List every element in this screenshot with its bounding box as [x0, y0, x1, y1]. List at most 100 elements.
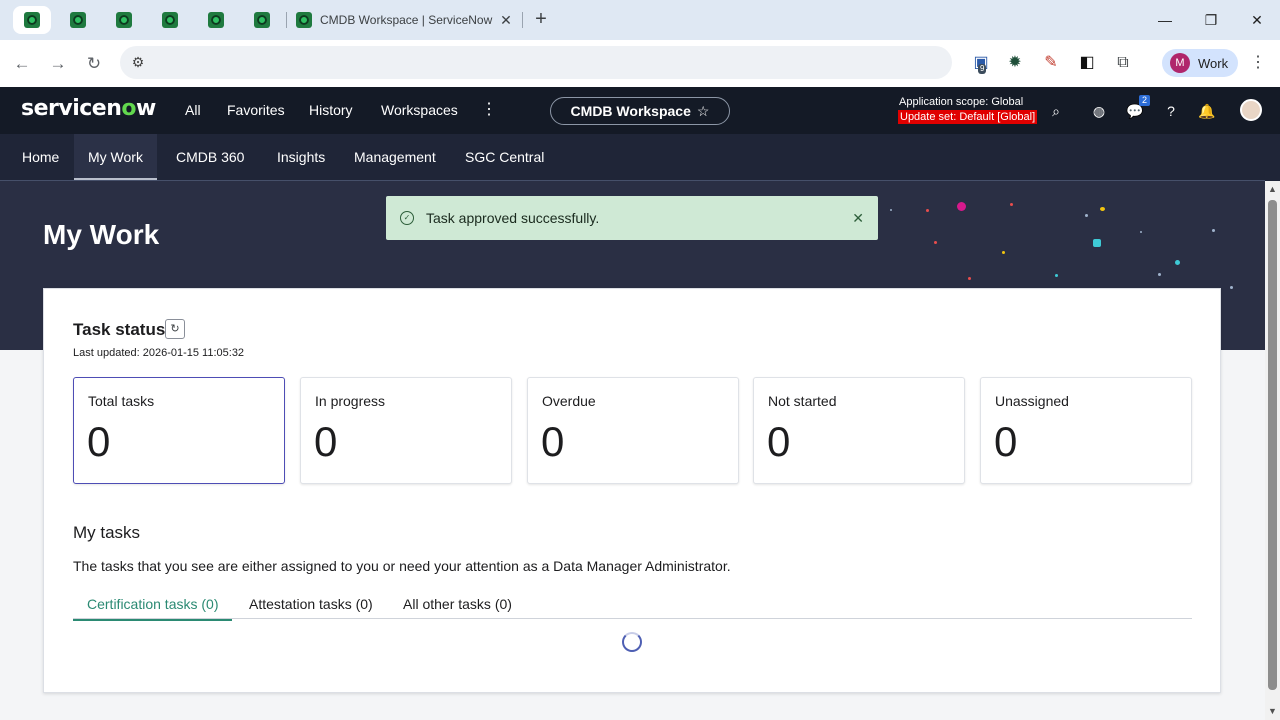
stat-value: 0	[314, 418, 338, 465]
toast-message: Task approved successfully.	[426, 210, 600, 226]
confetti-dot	[1085, 214, 1088, 217]
last-updated: Last updated: 2026-01-15 11:05:32	[73, 347, 245, 359]
confetti-dot	[957, 202, 966, 211]
stat-not-started[interactable]: Not started 0	[753, 377, 965, 484]
browser-menu-icon[interactable]: ⋮	[1248, 52, 1268, 74]
subnav-sgc-central[interactable]: SGC Central	[465, 134, 544, 181]
tab-attestation-tasks[interactable]: Attestation tasks (0)	[249, 596, 373, 612]
confetti-dot	[926, 209, 929, 212]
minimize-button[interactable]: —	[1150, 8, 1180, 32]
pinned-tab-5[interactable]	[197, 6, 235, 34]
stat-value: 0	[541, 418, 565, 465]
back-icon[interactable]: ←	[10, 52, 34, 76]
success-toast: ✓ Task approved successfully. ✕	[386, 196, 878, 240]
subnav-management[interactable]: Management	[354, 134, 436, 181]
confetti-dot	[1093, 239, 1101, 247]
confetti-dot	[1175, 260, 1180, 265]
profile-avatar: M	[1170, 53, 1190, 73]
pinned-tab-3[interactable]	[105, 6, 143, 34]
confetti-dot	[1100, 207, 1105, 211]
close-icon[interactable]: ✕	[852, 210, 864, 227]
tab-certification-tasks[interactable]: Certification tasks (0)	[73, 596, 233, 621]
stat-label: Total tasks	[88, 393, 155, 409]
gear-extension-icon[interactable]: ✹	[1004, 52, 1026, 74]
tab-cmdb-workspace[interactable]: CMDB Workspace | ServiceNow ✕	[288, 6, 522, 34]
stat-label: Overdue	[542, 393, 596, 409]
refresh-icon[interactable]: ↻	[165, 319, 185, 339]
page-title: My Work	[43, 219, 160, 250]
servicenow-logo[interactable]: servicenow	[21, 95, 156, 123]
bell-icon[interactable]: 🔔	[1197, 101, 1217, 121]
servicenow-favicon-icon	[254, 12, 270, 28]
confetti-dot	[968, 277, 971, 280]
stat-label: Unassigned	[995, 393, 1069, 409]
profile-label: Work	[1198, 55, 1229, 71]
maximize-button[interactable]: ❐	[1196, 8, 1226, 32]
pinned-tab-1[interactable]	[13, 6, 51, 34]
confetti-dot	[1158, 273, 1161, 276]
address-bar[interactable]	[120, 46, 952, 79]
tab-separator	[286, 12, 287, 28]
subnav-cmdb-360[interactable]: CMDB 360	[176, 134, 244, 181]
puzzle-icon[interactable]: ⧉	[1112, 52, 1134, 74]
nav-favorites[interactable]: Favorites	[227, 101, 285, 119]
star-icon[interactable]: ☆	[697, 103, 710, 120]
servicenow-favicon-icon	[24, 12, 40, 28]
check-circle-icon: ✓	[400, 211, 414, 225]
servicenow-favicon-icon	[70, 12, 86, 28]
forward-icon[interactable]: →	[46, 52, 70, 76]
servicenow-favicon-icon	[116, 12, 132, 28]
tab-title: CMDB Workspace | ServiceNow	[320, 13, 493, 27]
stat-overdue[interactable]: Overdue 0	[527, 377, 739, 484]
stat-in-progress[interactable]: In progress 0	[300, 377, 512, 484]
nav-history[interactable]: History	[309, 101, 353, 119]
servicenow-favicon-icon	[208, 12, 224, 28]
confetti-dot	[1010, 203, 1013, 206]
nav-all[interactable]: All	[185, 101, 201, 119]
more-menu-icon[interactable]: ⋮	[481, 101, 497, 119]
new-tab-button[interactable]: +	[530, 8, 552, 32]
reload-icon[interactable]: ↻	[82, 52, 106, 76]
stat-unassigned[interactable]: Unassigned 0	[980, 377, 1192, 484]
loading-spinner	[622, 632, 642, 652]
site-settings-icon[interactable]: ⚙	[128, 52, 148, 72]
profile-button[interactable]: M Work	[1162, 49, 1238, 77]
tab-separator	[522, 12, 523, 28]
browser-tab-strip: CMDB Workspace | ServiceNow ✕ + — ❐ ✕	[0, 0, 1280, 40]
stat-value: 0	[994, 418, 1018, 465]
scroll-down-arrow[interactable]: ▼	[1266, 705, 1279, 717]
pinned-tab-2[interactable]	[59, 6, 97, 34]
workspace-pill-label: CMDB Workspace	[570, 103, 691, 119]
scrollbar-thumb[interactable]	[1268, 200, 1277, 690]
subnav-my-work[interactable]: My Work	[74, 134, 157, 181]
confetti-dot	[1002, 251, 1005, 254]
stat-label: Not started	[768, 393, 837, 409]
subnav-home[interactable]: Home	[22, 134, 59, 181]
tabs-divider	[73, 618, 1192, 619]
tab-all-other-tasks[interactable]: All other tasks (0)	[403, 596, 512, 612]
stat-total-tasks[interactable]: Total tasks 0	[73, 377, 285, 484]
chat-badge: 2	[1139, 95, 1151, 106]
close-tab-icon[interactable]: ✕	[498, 12, 514, 29]
pen-icon[interactable]: ✎	[1040, 52, 1062, 74]
confetti-dot	[1212, 229, 1215, 232]
subnav-insights[interactable]: Insights	[277, 134, 325, 181]
pinned-tab-6[interactable]	[243, 6, 281, 34]
scroll-up-arrow[interactable]: ▲	[1266, 183, 1279, 195]
update-set[interactable]: Update set: Default [Global]	[898, 110, 1038, 124]
stat-value: 0	[87, 418, 111, 465]
application-scope[interactable]: Application scope: Global	[899, 96, 1023, 109]
confetti-dot	[1055, 274, 1058, 277]
close-window-button[interactable]: ✕	[1242, 8, 1272, 32]
stat-value: 0	[767, 418, 791, 465]
help-icon[interactable]: ?	[1161, 101, 1181, 121]
pinned-tab-4[interactable]	[151, 6, 189, 34]
my-tasks-title: My tasks	[73, 523, 141, 542]
search-icon[interactable]: ⌕	[1046, 101, 1066, 121]
book-extension-icon[interactable]: ◧	[1076, 52, 1098, 74]
user-avatar[interactable]	[1240, 99, 1262, 121]
nav-workspaces[interactable]: Workspaces	[381, 101, 458, 119]
globe-icon[interactable]: ◍	[1089, 101, 1109, 121]
workspace-pill[interactable]: CMDB Workspace ☆	[550, 97, 730, 125]
servicenow-favicon-icon	[296, 12, 312, 28]
